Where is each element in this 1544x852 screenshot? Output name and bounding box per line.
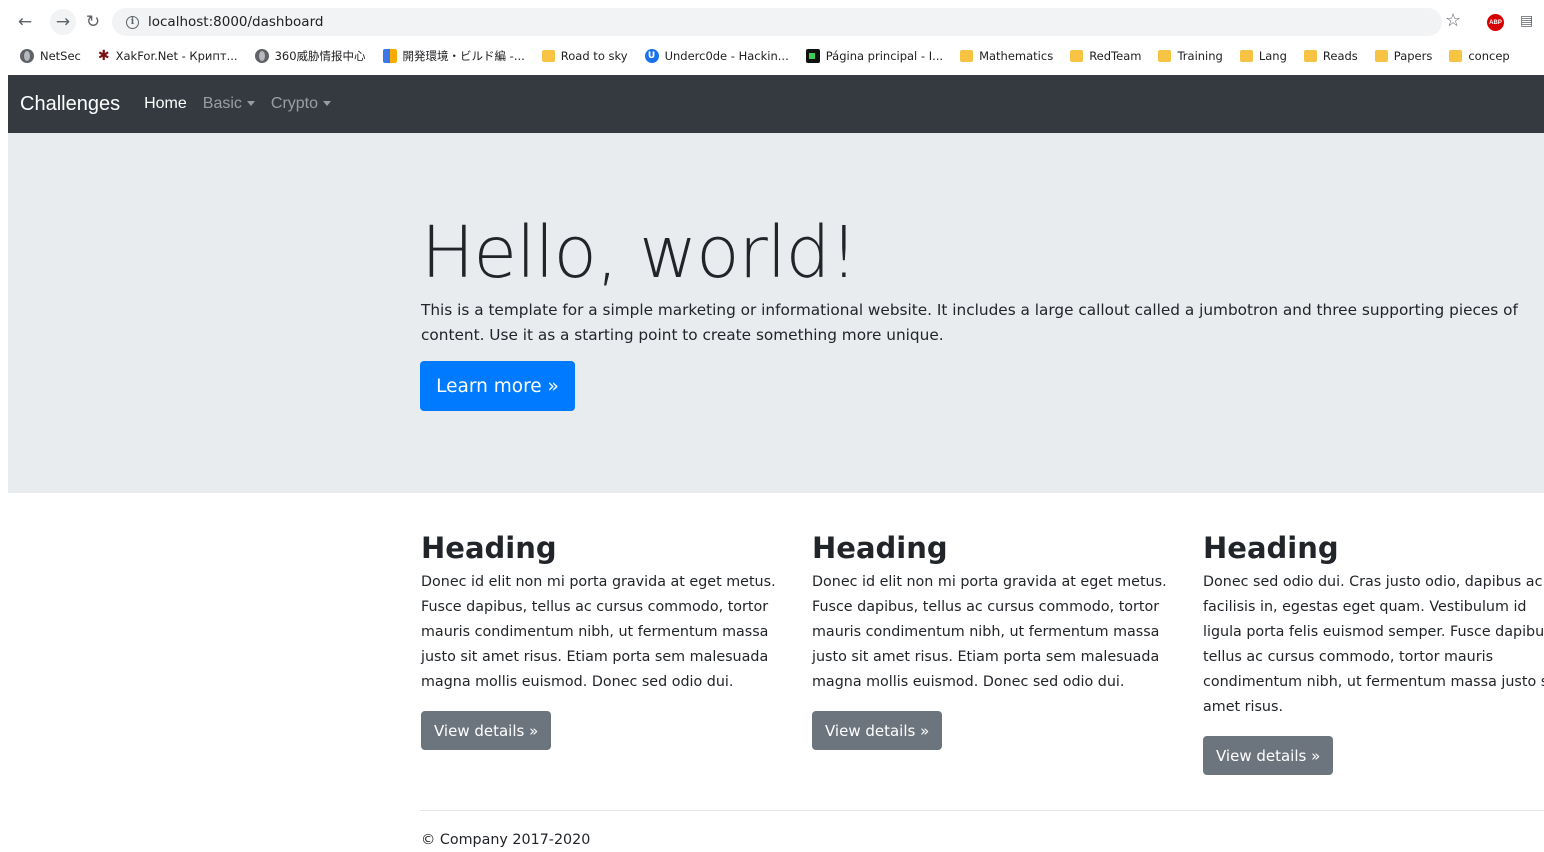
bookmark-item[interactable]: Reads	[1303, 49, 1358, 63]
bookmark-label: Página principal - I...	[825, 49, 944, 63]
adblock-plus-icon[interactable]: ABP	[1487, 14, 1504, 31]
bookmark-item[interactable]: Mathematics	[960, 49, 1053, 63]
content-column-3: Heading Donec sed odio dui. Cras justo o…	[1203, 530, 1544, 775]
bookmark-item[interactable]: U Underc0de - Hackin...	[644, 49, 789, 63]
folder-icon	[541, 50, 555, 62]
bookmark-label: Mathematics	[979, 49, 1054, 63]
bookmark-item[interactable]: Training	[1158, 49, 1223, 63]
learn-more-button[interactable]: Learn more »	[420, 361, 575, 411]
bookmark-item[interactable]: Road to sky	[541, 49, 628, 63]
bookmark-label: Reads	[1322, 49, 1358, 63]
bookmark-label: concep	[1468, 49, 1510, 63]
column-text: Donec sed odio dui. Cras justo odio, dap…	[1203, 574, 1544, 715]
jumbotron-title: Hello, world!	[421, 211, 858, 294]
view-details-button[interactable]: View details »	[812, 711, 943, 750]
column-heading: Heading	[421, 531, 557, 565]
bookmark-item[interactable]: 360威胁情报中心	[254, 48, 366, 64]
folder-icon	[960, 50, 974, 62]
bookmark-item[interactable]: Papers	[1374, 49, 1433, 63]
bookmark-label: 360威胁情报中心	[274, 49, 366, 63]
bookmark-item[interactable]: Lang	[1239, 49, 1287, 63]
jumbotron: Hello, world! This is a template for a s…	[8, 133, 1544, 493]
bookmark-label: Training	[1177, 49, 1223, 63]
bookmark-label: Road to sky	[560, 49, 628, 63]
footer-divider	[420, 810, 1544, 811]
content-column-2: Heading Donec id elit non mi porta gravi…	[812, 530, 1177, 750]
bookmark-label: XakFor.Net - Крипт...	[115, 49, 238, 63]
bookmark-label: NetSec	[40, 49, 81, 63]
folder-icon	[1449, 50, 1463, 62]
bookmark-item[interactable]: concep	[1449, 49, 1510, 63]
folder-icon	[1070, 50, 1084, 62]
navbar-brand[interactable]: Challenges	[20, 93, 120, 116]
site-navbar: Challenges Home Basic Crypto	[8, 75, 1544, 133]
nav-crypto-dropdown[interactable]: Crypto	[270, 95, 332, 113]
folder-icon	[1303, 50, 1317, 62]
column-heading: Heading	[1203, 531, 1339, 565]
nav-crypto-label: Crypto	[270, 95, 319, 112]
bookmark-label: 開発環境・ビルド編 -...	[402, 49, 525, 63]
column-heading: Heading	[812, 531, 948, 565]
bookmark-label: Underc0de - Hackin...	[664, 49, 789, 63]
terminal-icon	[805, 49, 820, 63]
back-arrow-icon[interactable]: ←	[14, 11, 36, 33]
globe-icon	[20, 49, 34, 63]
folder-icon	[1239, 50, 1253, 62]
nav-basic-dropdown[interactable]: Basic	[203, 95, 255, 113]
caret-down-icon	[323, 100, 332, 106]
bookmark-item[interactable]: NetSec	[20, 49, 81, 63]
site-info-icon[interactable]: i	[126, 15, 139, 29]
globe-icon	[254, 49, 269, 63]
bookmark-item[interactable]: Página principal - I...	[805, 49, 944, 63]
footer-copyright: © Company 2017-2020	[421, 832, 591, 848]
column-text: Donec id elit non mi porta gravida at eg…	[421, 574, 776, 690]
bookmark-item[interactable]: 開発環境・ビルド編 -...	[382, 48, 525, 64]
nav-home-label: Home	[144, 95, 187, 112]
jumbotron-lead: This is a template for a simple marketin…	[421, 301, 1518, 344]
star-logo-icon: ✱	[97, 48, 110, 64]
caret-down-icon	[246, 100, 255, 106]
folder-icon	[1158, 50, 1172, 62]
bookmark-label: RedTeam	[1089, 49, 1142, 63]
blocks-icon	[382, 49, 397, 63]
browser-toolbar: ← → ↻ i localhost:8000/dashboard ☆ ABP ▤	[0, 0, 1544, 44]
bookmark-item[interactable]: ✱ XakFor.Net - Крипт...	[98, 48, 238, 64]
url-text: localhost:8000/dashboard	[148, 14, 324, 30]
bookmark-label: Papers	[1393, 49, 1433, 63]
folder-icon	[1374, 50, 1388, 62]
bookmark-star-icon[interactable]: ☆	[1445, 10, 1461, 31]
bookmarks-bar: NetSec ✱ XakFor.Net - Крипт... 360威胁情报中心 開発環…	[0, 44, 1544, 68]
content-column-1: Heading Donec id elit non mi porta gravi…	[421, 530, 786, 750]
address-bar[interactable]: i localhost:8000/dashboard	[112, 8, 1442, 36]
nav-home-link[interactable]: Home	[144, 95, 187, 113]
column-text: Donec id elit non mi porta gravida at eg…	[812, 574, 1167, 690]
extension-icon[interactable]: ▤	[1520, 13, 1538, 33]
underc0de-logo-icon: U	[644, 49, 659, 63]
bookmark-item[interactable]: RedTeam	[1070, 49, 1141, 63]
view-details-button[interactable]: View details »	[1203, 736, 1334, 775]
view-details-button[interactable]: View details »	[421, 711, 552, 750]
reload-icon[interactable]: ↻	[82, 11, 104, 33]
bookmark-label: Lang	[1258, 49, 1287, 63]
nav-basic-label: Basic	[202, 95, 242, 112]
forward-arrow-icon[interactable]: →	[50, 9, 76, 35]
